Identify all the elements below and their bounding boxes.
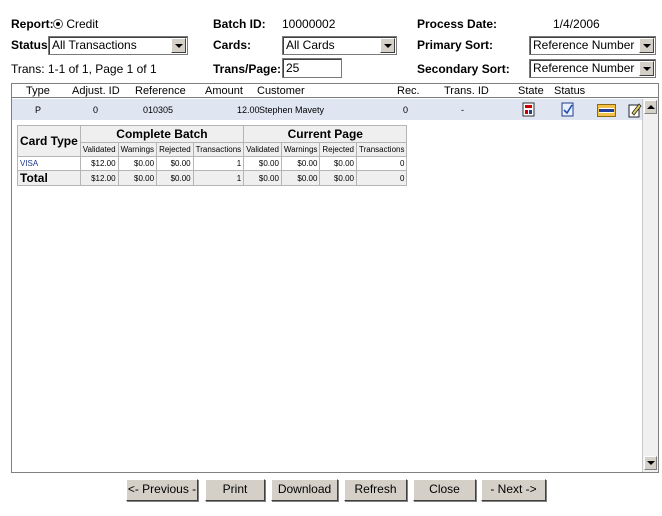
summary-cell: $0.00 [243, 156, 282, 171]
close-button[interactable]: Close [413, 479, 476, 501]
chevron-down-icon[interactable] [171, 38, 186, 53]
secondary-sort-select[interactable]: Reference Number [529, 59, 656, 78]
list-header: Type Adjust. ID Reference Amount Custome… [12, 84, 658, 98]
cards-select-value: All Cards [286, 38, 335, 52]
report-value: Credit [66, 17, 99, 31]
current-page-header: Current Page [243, 125, 408, 143]
summary-cell: $0.00 [280, 156, 321, 171]
complete-batch-header: Complete Batch [79, 125, 245, 143]
table-row[interactable]: P 0 010305 12.00 Stephen Mavety 0 - [12, 99, 642, 120]
process-date-value: 1/4/2006 [553, 17, 600, 31]
next-button[interactable]: - Next -> [481, 479, 546, 501]
col-amount[interactable]: Amount [205, 85, 243, 97]
visa-label[interactable]: VISA [17, 156, 81, 171]
col-rec[interactable]: Rec. [397, 85, 420, 97]
col-adjust-id[interactable]: Adjust. ID [72, 85, 120, 97]
summary-cell: $0.00 [319, 156, 357, 171]
trans-page-input[interactable]: 25 [282, 58, 342, 78]
col-state[interactable]: State [518, 85, 544, 97]
card-type-header: Card Type [17, 125, 81, 157]
cards-label: Cards: [213, 38, 252, 52]
summary-cell: $12.00 [79, 170, 119, 186]
download-button[interactable]: Download [271, 479, 338, 501]
col-customer[interactable]: Customer [257, 85, 305, 97]
sub-header: Warnings [280, 142, 321, 157]
print-button[interactable]: Print [205, 479, 265, 501]
status-select-value: All Transactions [52, 38, 137, 52]
sub-header: Rejected [319, 142, 357, 157]
col-trans-id[interactable]: Trans. ID [444, 85, 489, 97]
process-date-label: Process Date: [417, 17, 498, 31]
secondary-sort-label: Secondary Sort: [417, 62, 510, 76]
row-adjust-id: 0 [93, 105, 99, 115]
summary-cell: $0.00 [156, 156, 194, 171]
row-rec: 0 [403, 105, 409, 115]
summary-cell: $0.00 [117, 170, 158, 186]
scroll-up-icon[interactable] [644, 100, 657, 114]
status-select[interactable]: All Transactions [48, 36, 188, 55]
summary-cell: $0.00 [117, 156, 158, 171]
summary-cell: $0.00 [243, 170, 282, 186]
summary-cell: $0.00 [319, 170, 357, 186]
row-reference: 010305 [143, 105, 174, 115]
status-check-icon[interactable] [561, 102, 575, 118]
edit-note-icon[interactable] [628, 102, 642, 118]
status-label: Status: [11, 38, 52, 52]
row-type: P [35, 105, 42, 115]
refresh-button[interactable]: Refresh [344, 479, 407, 501]
secondary-sort-value: Reference Number [533, 61, 635, 75]
sub-header: Warnings [117, 142, 158, 157]
batch-id-value: 10000002 [282, 17, 336, 31]
chevron-down-icon[interactable] [639, 61, 654, 76]
visa-card-icon[interactable] [597, 104, 616, 117]
summary-cell: $12.00 [79, 156, 119, 171]
total-label: Total [17, 170, 81, 186]
scroll-down-icon[interactable] [644, 456, 657, 470]
sub-header: Rejected [156, 142, 194, 157]
row-trans-id: - [461, 105, 464, 115]
summary-cell: 1 [192, 170, 245, 186]
primary-sort-value: Reference Number [533, 38, 635, 52]
summary-table: Card Type Complete Batch Current Page Va… [17, 125, 408, 186]
state-icon[interactable] [522, 102, 536, 118]
chevron-down-icon[interactable] [380, 38, 395, 53]
vertical-scrollbar[interactable] [642, 99, 658, 472]
sub-header: Validated [79, 142, 119, 157]
col-reference[interactable]: Reference [135, 85, 186, 97]
previous-button[interactable]: <- Previous - [126, 479, 198, 501]
report-credit-radio[interactable]: Credit [53, 17, 98, 31]
report-label: Report: [11, 17, 54, 31]
radio-selected-icon[interactable] [53, 19, 63, 29]
cards-select[interactable]: All Cards [282, 36, 397, 55]
col-type[interactable]: Type [26, 85, 50, 97]
sub-header: Validated [243, 142, 282, 157]
primary-sort-label: Primary Sort: [417, 38, 494, 52]
sub-header: Transactions [192, 142, 245, 157]
summary-cell: 0 [355, 170, 408, 186]
summary-cell: 1 [192, 156, 245, 171]
summary-cell: $0.00 [156, 170, 194, 186]
col-status[interactable]: Status [554, 85, 585, 97]
row-amount: 12.00 [237, 105, 260, 115]
summary-row-total: Total $12.00 $0.00 $0.00 1 $0.00 $0.00 $… [17, 170, 408, 186]
primary-sort-select[interactable]: Reference Number [529, 36, 656, 55]
summary-row-visa: VISA $12.00 $0.00 $0.00 1 $0.00 $0.00 $0… [17, 156, 408, 171]
sub-header: Transactions [355, 142, 408, 157]
chevron-down-icon[interactable] [639, 38, 654, 53]
trans-page-label: Trans/Page: [213, 62, 282, 76]
summary-cell: $0.00 [280, 170, 321, 186]
summary-cell: 0 [355, 156, 408, 171]
trans-info: Trans: 1-1 of 1, Page 1 of 1 [11, 62, 157, 76]
batch-id-label: Batch ID: [213, 17, 266, 31]
row-customer: Stephen Mavety [259, 105, 325, 115]
